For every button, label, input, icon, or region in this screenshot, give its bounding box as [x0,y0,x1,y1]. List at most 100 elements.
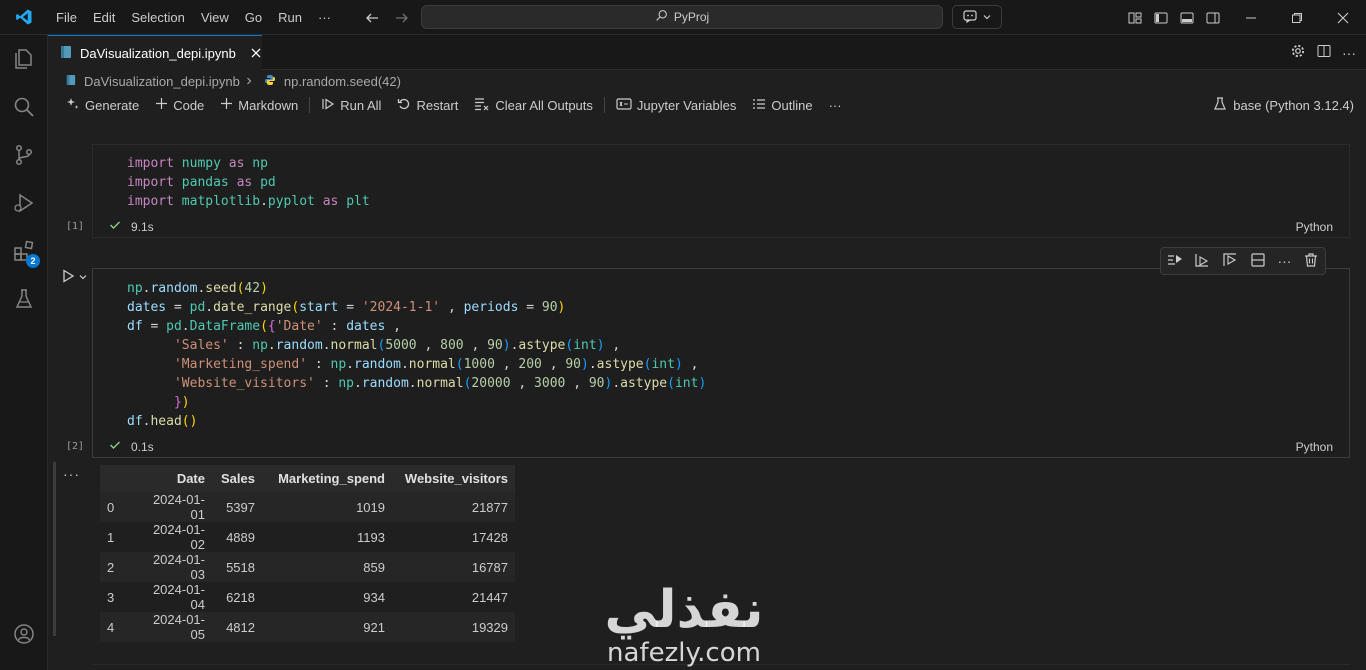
close-window-icon[interactable] [1320,0,1366,35]
output-more-button[interactable]: ··· [63,466,80,482]
python-icon [264,74,276,89]
kernel-picker[interactable]: base (Python 3.12.4) [1213,93,1354,117]
forward-arrow-icon[interactable] [392,8,412,28]
tab-filename: DaVisualization_depi.ipynb [80,45,236,61]
cell-language[interactable]: Python [1296,440,1333,454]
jupyter-variables-button[interactable]: Jupyter Variables [608,93,744,117]
watermark-arabic: نفذلي [604,580,764,640]
cell-visitors: 21877 [471,499,508,515]
menu-view[interactable]: View [193,0,237,35]
execution-count: [1] [66,221,85,232]
split-editor-icon[interactable] [1316,43,1332,62]
play-icon [60,268,76,287]
plus-icon [155,97,168,113]
menu-file[interactable]: File [48,0,85,35]
menu-more[interactable]: ··· [310,0,339,35]
layout-controls [1124,0,1224,35]
testing-flask-icon[interactable] [0,275,48,323]
table-header-row: Date Sales Marketing_spend Website_visit… [100,465,515,492]
run-cell-button[interactable] [60,268,88,287]
menu-edit[interactable]: Edit [85,0,123,35]
more-actions-icon[interactable]: ··· [1342,45,1356,61]
restart-label: Restart [416,97,459,113]
breadcrumb-file[interactable]: DaVisualization_depi.ipynb [84,74,240,89]
run-by-line-icon[interactable] [1167,252,1183,271]
notebook-file-icon [66,74,76,89]
command-center-search[interactable]: PyProj [421,5,943,29]
column-header-sales: Sales [221,471,255,486]
row-index: 1 [107,529,115,545]
code-cell-2[interactable]: np.random.seed(42) dates = pd.date_range… [92,268,1350,458]
notebook-file-icon [60,45,72,62]
plus-icon [220,97,233,113]
cell-marketing: 1193 [357,529,385,545]
vertical-scrollbar[interactable] [1352,117,1366,670]
markdown-label: Markdown [238,97,299,113]
account-icon[interactable] [0,610,48,658]
watermark-latin: nafezly.com [607,638,761,668]
run-all-button[interactable]: Run All [313,93,389,117]
add-markdown-button[interactable]: Markdown [212,93,306,117]
restart-button[interactable]: Restart [389,93,466,117]
cell-marketing: 921 [363,619,385,635]
code-editor[interactable]: import numpy as np import pandas as pd i… [127,154,370,211]
source-control-icon[interactable] [0,131,48,179]
gear-icon[interactable] [1290,43,1306,62]
run-all-label: Run All [340,97,382,113]
table-row: 1 2024-01-02 4889 1193 17428 [100,522,515,552]
run-debug-icon[interactable] [0,179,48,227]
clear-all-icon [474,97,490,114]
split-cell-icon[interactable] [1250,252,1266,271]
restart-icon [397,97,411,114]
sparkle-icon [66,97,80,114]
search-sidebar-icon[interactable] [0,83,48,131]
row-index: 0 [107,499,115,515]
customize-layout-icon[interactable] [1124,7,1146,29]
output-focus-indicator [53,462,56,636]
toolbar-divider [309,97,311,113]
toggle-secondary-sidebar-icon[interactable] [1202,7,1224,29]
extensions-icon[interactable]: 2 [0,227,48,275]
cell-sales: 6218 [226,589,255,605]
generate-button[interactable]: Generate [58,93,147,117]
breadcrumb-symbol[interactable]: np.random.seed(42) [284,74,401,89]
cell-date: 2024-01-04 [152,582,205,612]
back-arrow-icon[interactable] [362,8,382,28]
minimize-icon[interactable] [1228,0,1274,35]
close-icon[interactable] [250,45,262,61]
menu-run[interactable]: Run [270,0,310,35]
code-cell-1[interactable]: import numpy as np import pandas as pd i… [92,144,1350,238]
notebook-toolbar: Generate Code Markdown Run All Restart C… [48,93,1366,117]
menu-selection[interactable]: Selection [123,0,192,35]
clear-outputs-button[interactable]: Clear All Outputs [466,93,601,117]
cell-more-icon[interactable]: ··· [1277,253,1291,269]
execute-below-icon[interactable] [1222,252,1238,271]
cell-sales: 4812 [226,619,255,635]
run-all-icon [321,97,335,114]
chevron-down-icon [78,270,88,285]
table-row: 4 2024-01-05 4812 921 19329 [100,612,515,642]
chevron-right-icon [244,74,254,89]
execute-above-icon[interactable] [1194,252,1210,271]
search-text: PyProj [673,10,710,24]
add-code-button[interactable]: Code [147,93,212,117]
trash-icon[interactable] [1303,252,1319,271]
toolbar-more-button[interactable]: ··· [821,93,850,117]
row-index: 3 [107,589,115,605]
code-editor[interactable]: np.random.seed(42) dates = pd.date_range… [127,279,706,431]
code-label: Code [173,97,205,113]
explorer-icon[interactable] [0,35,48,83]
tab-notebook[interactable]: DaVisualization_depi.ipynb [48,35,262,70]
kernel-icon [1213,96,1227,114]
copilot-button[interactable] [952,5,1002,29]
dataframe-table: Date Sales Marketing_spend Website_visit… [100,465,515,642]
cell-toolbar: ··· [1160,247,1326,275]
list-icon [752,97,766,114]
search-icon [655,9,668,25]
toggle-primary-sidebar-icon[interactable] [1150,7,1172,29]
toggle-panel-icon[interactable] [1176,7,1198,29]
cell-language[interactable]: Python [1296,220,1333,234]
outline-button[interactable]: Outline [744,93,820,117]
restore-icon[interactable] [1274,0,1320,35]
menu-go[interactable]: Go [237,0,270,35]
